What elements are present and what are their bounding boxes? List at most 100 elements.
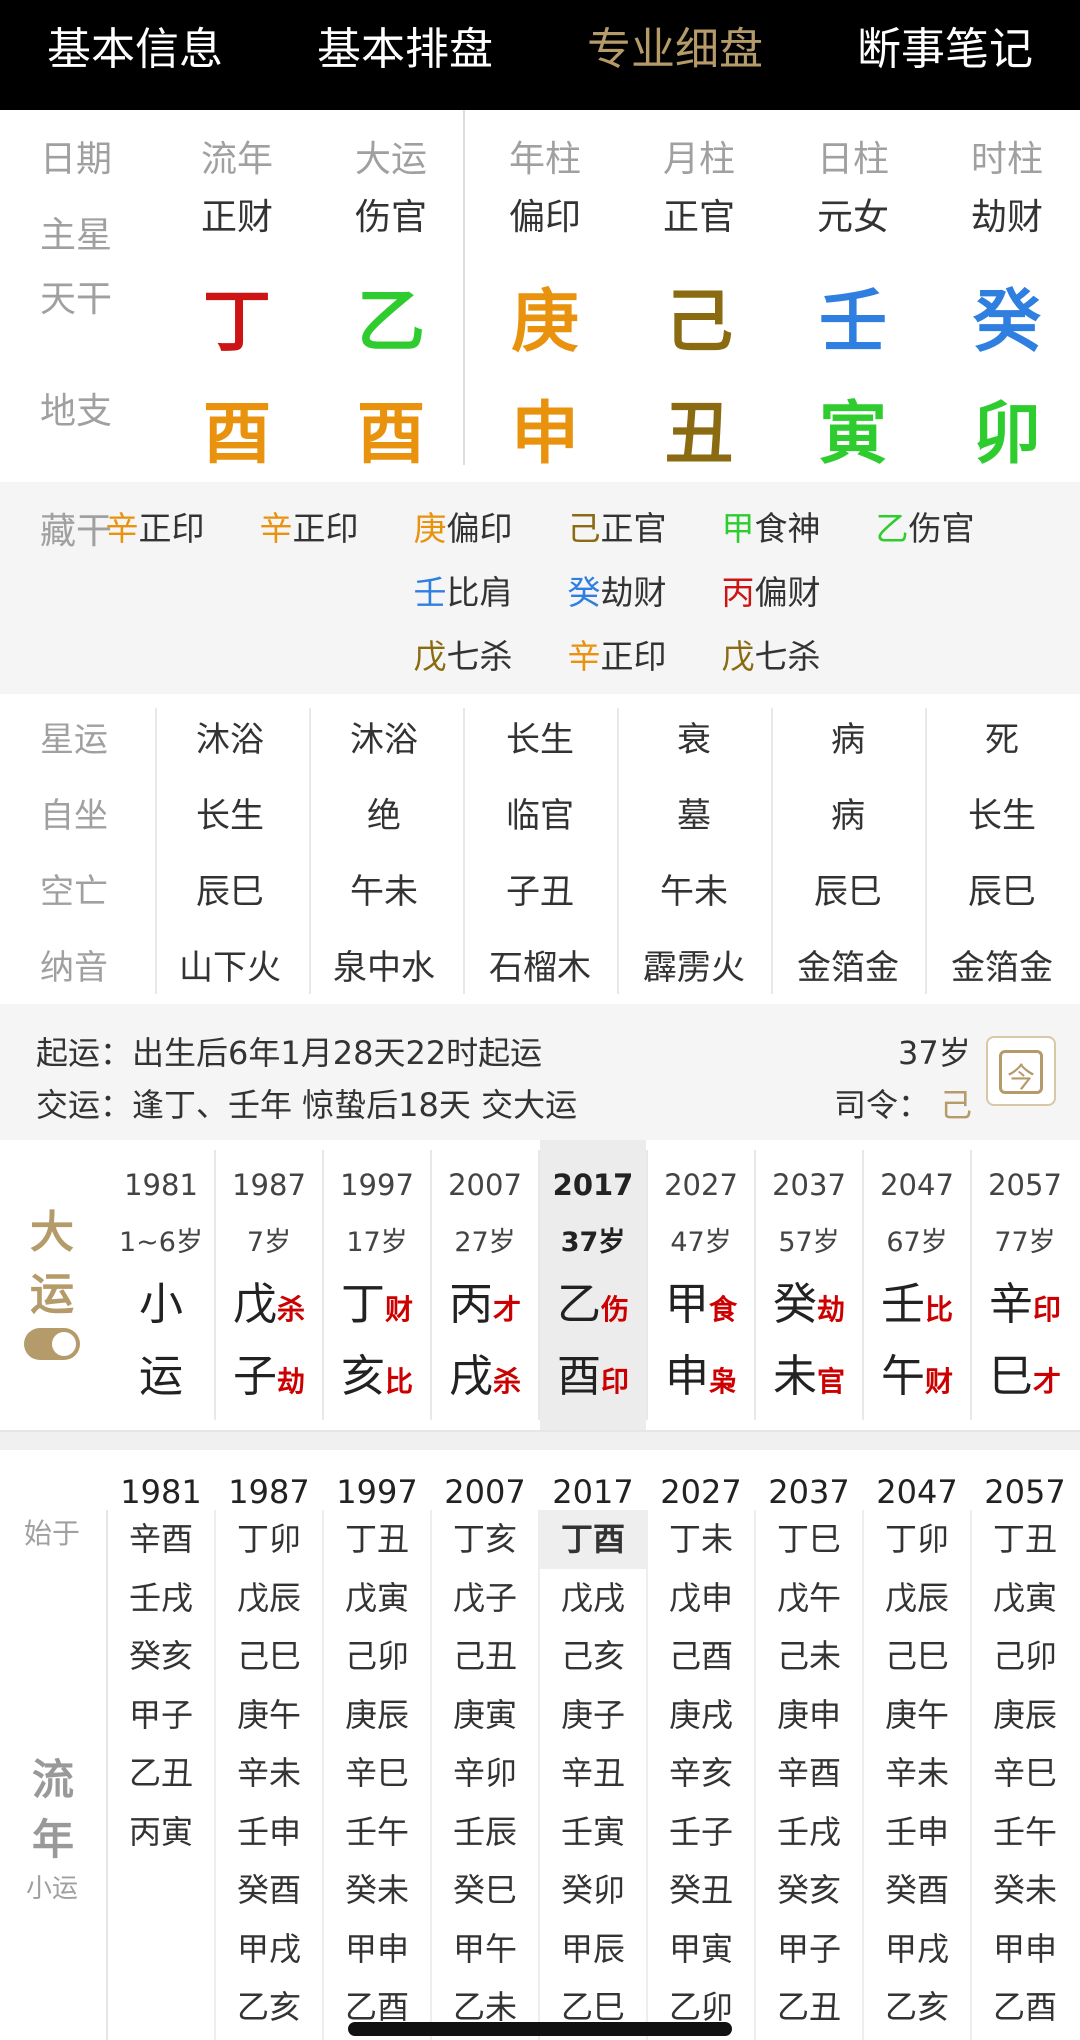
liunian-item[interactable]: 癸亥 xyxy=(756,1861,862,1920)
liunian-item[interactable]: 甲寅 xyxy=(648,1920,754,1979)
liunian-item[interactable]: 丙寅 xyxy=(108,1803,214,1862)
dayun-column[interactable]: 1981 1~6岁小运 xyxy=(108,1140,214,1430)
liunian-item[interactable]: 戊子 xyxy=(432,1569,538,1628)
liunian-item[interactable]: 甲子 xyxy=(756,1920,862,1979)
calendar-today-icon[interactable]: 今 xyxy=(986,1036,1056,1106)
liunian-item[interactable]: 庚午 xyxy=(216,1686,322,1745)
liunian-item[interactable]: 戊寅 xyxy=(324,1569,430,1628)
liunian-item[interactable]: 壬午 xyxy=(972,1803,1078,1862)
dayun-gan: 乙伤 xyxy=(540,1268,646,1332)
liunian-item[interactable]: 辛酉 xyxy=(756,1744,862,1803)
liunian-item[interactable]: 丁卯 xyxy=(864,1510,970,1569)
liunian-item[interactable]: 乙酉 xyxy=(972,1978,1078,2037)
liunian-item[interactable]: 庚辰 xyxy=(324,1686,430,1745)
dayun-column[interactable]: 1997 17岁 丁财 亥比 xyxy=(324,1140,430,1430)
liunian-item[interactable]: 甲子 xyxy=(108,1686,214,1745)
liunian-item[interactable]: 己丑 xyxy=(432,1627,538,1686)
liunian-item[interactable]: 辛未 xyxy=(864,1744,970,1803)
liunian-item[interactable]: 丁酉 xyxy=(540,1510,646,1569)
liunian-item[interactable]: 戊寅 xyxy=(972,1569,1078,1628)
liunian-item[interactable]: 己酉 xyxy=(648,1627,754,1686)
canggan-shishen: 正印 xyxy=(600,637,667,676)
liunian-item[interactable]: 癸亥 xyxy=(108,1627,214,1686)
liunian-item[interactable]: 庚戌 xyxy=(648,1686,754,1745)
dayun-gan-shishen: 伤 xyxy=(600,1293,629,1326)
liunian-item[interactable]: 甲戌 xyxy=(864,1920,970,1979)
tiangan-char: 乙 xyxy=(356,283,425,362)
tiangan-char: 壬 xyxy=(818,283,887,362)
liunian-item[interactable]: 戊辰 xyxy=(864,1569,970,1628)
dayun-gan-char: 辛 xyxy=(988,1279,1033,1330)
liunian-item[interactable]: 癸巳 xyxy=(432,1861,538,1920)
liunian-item[interactable]: 庚子 xyxy=(540,1686,646,1745)
liunian-item[interactable]: 壬午 xyxy=(324,1803,430,1862)
canggan-gan: 庚 xyxy=(413,509,447,548)
liunian-item[interactable]: 甲申 xyxy=(324,1920,430,1979)
liunian-item[interactable]: 庚辰 xyxy=(972,1686,1078,1745)
tab-basic-info[interactable]: 基本信息 xyxy=(0,0,270,110)
dayun-column[interactable]: 2047 67岁 壬比 午财 xyxy=(864,1140,970,1430)
liunian-item[interactable]: 癸酉 xyxy=(216,1861,322,1920)
liunian-item[interactable]: 壬寅 xyxy=(540,1803,646,1862)
liunian-item[interactable]: 己巳 xyxy=(216,1627,322,1686)
liunian-item[interactable]: 辛未 xyxy=(216,1744,322,1803)
liunian-item[interactable]: 戊午 xyxy=(756,1569,862,1628)
liunian-item[interactable]: 丁亥 xyxy=(432,1510,538,1569)
dayun-toggle[interactable] xyxy=(24,1328,80,1360)
extra-row-value: 沐浴 xyxy=(196,720,264,760)
liunian-item[interactable]: 己巳 xyxy=(864,1627,970,1686)
liunian-item[interactable]: 己卯 xyxy=(324,1627,430,1686)
liunian-item[interactable]: 壬戌 xyxy=(756,1803,862,1862)
liunian-item[interactable]: 辛酉 xyxy=(108,1510,214,1569)
liunian-item[interactable]: 癸丑 xyxy=(648,1861,754,1920)
liunian-item[interactable]: 庚午 xyxy=(864,1686,970,1745)
dayun-column[interactable]: 2037 57岁 癸劫 未官 xyxy=(756,1140,862,1430)
dayun-column[interactable]: 1987 7岁 戊杀 子劫 xyxy=(216,1140,322,1430)
liunian-item[interactable]: 癸未 xyxy=(972,1861,1078,1920)
dayun-zhi-char: 巳 xyxy=(988,1351,1033,1402)
liunian-item[interactable]: 壬辰 xyxy=(432,1803,538,1862)
liunian-item[interactable]: 庚申 xyxy=(756,1686,862,1745)
tab-basic-chart[interactable]: 基本排盘 xyxy=(270,0,540,110)
liunian-item[interactable]: 丁丑 xyxy=(972,1510,1078,1569)
liunian-item[interactable]: 丁丑 xyxy=(324,1510,430,1569)
liunian-item[interactable]: 壬申 xyxy=(216,1803,322,1862)
liunian-item[interactable]: 乙丑 xyxy=(756,1978,862,2037)
liunian-item[interactable]: 乙亥 xyxy=(864,1978,970,2037)
liunian-item[interactable]: 庚寅 xyxy=(432,1686,538,1745)
dayun-column[interactable]: 2057 77岁 辛印 巳才 xyxy=(972,1140,1078,1430)
liunian-item[interactable]: 乙亥 xyxy=(216,1978,322,2037)
liunian-item[interactable]: 甲辰 xyxy=(540,1920,646,1979)
liunian-item[interactable]: 辛丑 xyxy=(540,1744,646,1803)
liunian-item[interactable]: 壬子 xyxy=(648,1803,754,1862)
dayun-column[interactable]: 2007 27岁 丙才 戌杀 xyxy=(432,1140,538,1430)
liunian-item[interactable]: 壬戌 xyxy=(108,1569,214,1628)
liunian-item[interactable]: 己亥 xyxy=(540,1627,646,1686)
liunian-item[interactable]: 丁卯 xyxy=(216,1510,322,1569)
dayun-column[interactable]: 2017 37岁 乙伤 酉印 xyxy=(540,1140,646,1430)
liunian-item[interactable]: 己未 xyxy=(756,1627,862,1686)
liunian-item[interactable]: 辛亥 xyxy=(648,1744,754,1803)
liunian-item[interactable]: 壬申 xyxy=(864,1803,970,1862)
canggan-item: 戊七杀 xyxy=(696,630,846,678)
liunian-item[interactable]: 丁未 xyxy=(648,1510,754,1569)
liunian-item[interactable]: 戊申 xyxy=(648,1569,754,1628)
liunian-item[interactable]: 辛巳 xyxy=(324,1744,430,1803)
liunian-item[interactable]: 辛巳 xyxy=(972,1744,1078,1803)
liunian-item[interactable]: 癸未 xyxy=(324,1861,430,1920)
liunian-item[interactable]: 丁巳 xyxy=(756,1510,862,1569)
dayun-age: 27岁 xyxy=(454,1227,516,1258)
liunian-item[interactable]: 己卯 xyxy=(972,1627,1078,1686)
tab-notes[interactable]: 断事笔记 xyxy=(810,0,1080,110)
liunian-item[interactable]: 辛卯 xyxy=(432,1744,538,1803)
dayun-column[interactable]: 2027 47岁 甲食 申枭 xyxy=(648,1140,754,1430)
liunian-item[interactable]: 甲申 xyxy=(972,1920,1078,1979)
liunian-item[interactable]: 甲戌 xyxy=(216,1920,322,1979)
liunian-item[interactable]: 戊辰 xyxy=(216,1569,322,1628)
liunian-item[interactable]: 癸酉 xyxy=(864,1861,970,1920)
liunian-item[interactable]: 甲午 xyxy=(432,1920,538,1979)
liunian-item[interactable]: 戊戌 xyxy=(540,1569,646,1628)
liunian-item[interactable]: 乙丑 xyxy=(108,1744,214,1803)
tab-professional-detail[interactable]: 专业细盘 xyxy=(540,0,810,110)
liunian-item[interactable]: 癸卯 xyxy=(540,1861,646,1920)
